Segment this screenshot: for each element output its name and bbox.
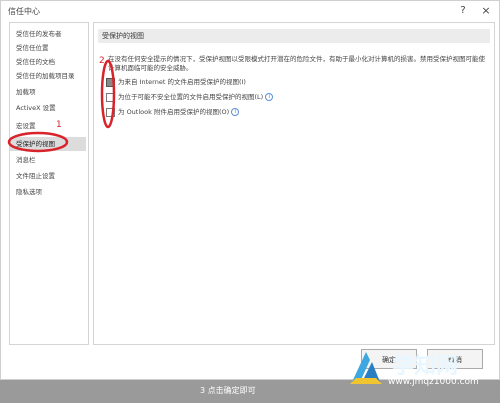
logo-url: www.jmqz1000.com	[388, 377, 479, 387]
highlight-ellipse	[7, 131, 69, 153]
watermark-logo: 学知网 www.jmqz1000.com	[346, 348, 496, 390]
highlight-ellipse	[100, 59, 116, 129]
logo-name: 学知网	[392, 354, 459, 379]
annotation-layer	[7, 59, 116, 153]
annotation-number: 2	[99, 56, 105, 66]
annotation-number: 1	[56, 120, 62, 130]
logo-mark-icon	[350, 352, 382, 384]
